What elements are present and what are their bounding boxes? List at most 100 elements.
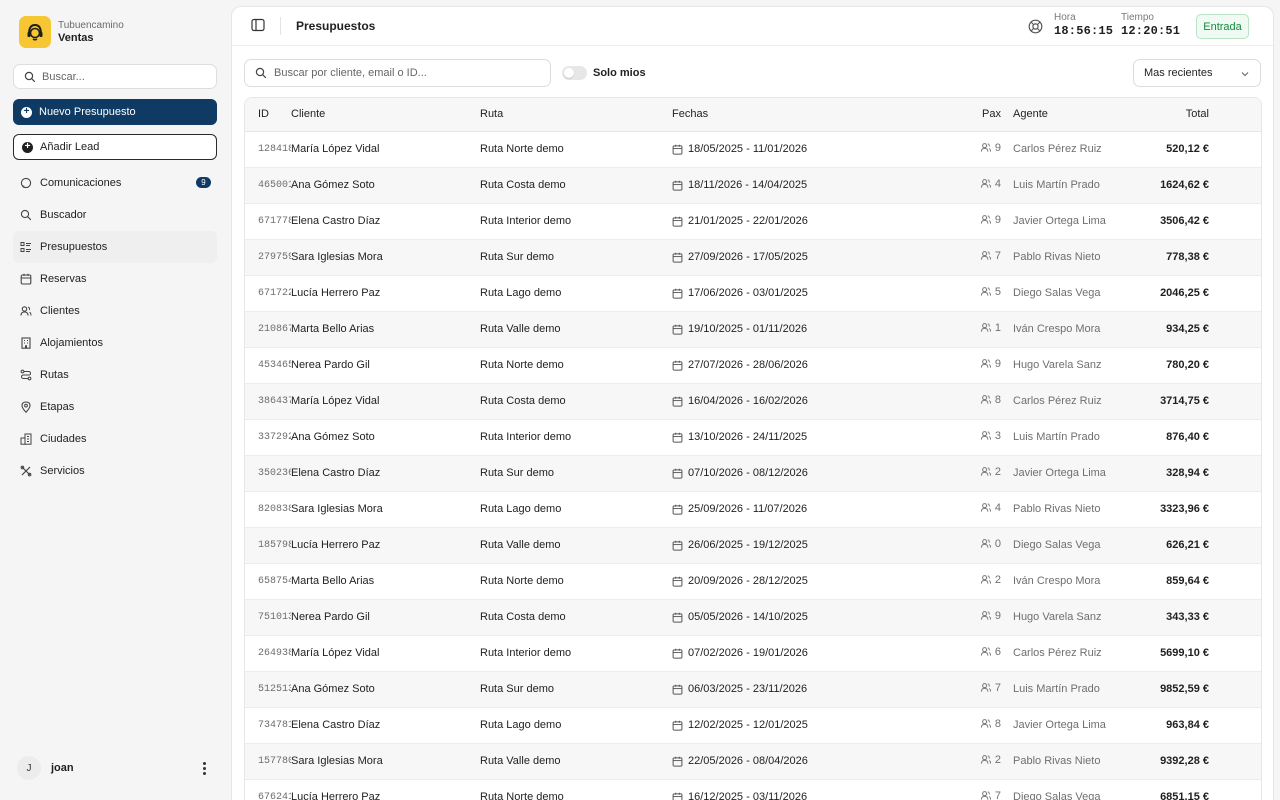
user-profile[interactable]: J joan <box>17 756 217 780</box>
solo-mios-toggle[interactable] <box>562 66 587 80</box>
table-row[interactable]: 386437 María López Vidal Ruta Costa demo 16… <box>245 383 1261 419</box>
table-row[interactable]: 279759 Sara Iglesias Mora Ruta Sur demo 27/… <box>245 239 1261 275</box>
table-row[interactable]: 128418 María López Vidal Ruta Norte demo 18… <box>245 131 1261 167</box>
pax-count: 8 <box>994 393 1001 406</box>
table-search-input[interactable] <box>274 67 544 79</box>
pax-count: 3 <box>994 429 1001 442</box>
tiempo-block: Tiempo 12:20:51 <box>1121 12 1180 39</box>
sidebar-item-ciudades[interactable]: Ciudades <box>13 423 217 455</box>
sidebar-search-input[interactable] <box>42 70 202 83</box>
table-row[interactable]: 751013 Nerea Pardo Gil Ruta Costa demo 05/0… <box>245 599 1261 635</box>
cell-ruta: Ruta Interior demo <box>480 215 572 227</box>
cell-ruta: Ruta Lago demo <box>480 287 562 299</box>
table-search[interactable] <box>244 59 551 87</box>
cell-total: 6851,15 € <box>1160 791 1209 800</box>
cell-agente: Javier Ortega Lima <box>1013 215 1106 227</box>
table-row[interactable]: 453465 Nerea Pardo Gil Ruta Norte demo 27/0… <box>245 347 1261 383</box>
calendar-icon <box>672 648 683 659</box>
cell-pax: 2 <box>888 743 1013 779</box>
sidebar-item-presupuestos[interactable]: Presupuestos <box>13 231 217 263</box>
add-lead-button[interactable]: + Añadir Lead <box>13 134 217 160</box>
column-header-agente[interactable]: Agente <box>1013 98 1131 132</box>
user-name: joan <box>51 762 74 774</box>
sidebar-toggle-icon[interactable] <box>251 18 265 32</box>
table-row[interactable]: 465001 Ana Gómez Soto Ruta Costa demo 18/11… <box>245 167 1261 203</box>
cell-pax: 9 <box>888 131 1013 167</box>
table-row[interactable]: 734781 Elena Castro Díaz Ruta Lago demo 12/… <box>245 707 1261 743</box>
cell-total: 3323,96 € <box>1160 503 1209 515</box>
users-icon <box>980 179 991 188</box>
cell-agente: Hugo Varela Sanz <box>1013 359 1102 371</box>
cell-fechas: 13/10/2026 - 24/11/2025 <box>672 419 888 455</box>
column-header-id[interactable]: ID <box>245 98 291 132</box>
more-vertical-icon[interactable] <box>197 760 211 776</box>
table-row[interactable]: 671722 Lucía Herrero Paz Ruta Lago demo 17/… <box>245 275 1261 311</box>
cell-agente: Diego Salas Vega <box>1013 287 1101 299</box>
table-row[interactable]: 820838 Sara Iglesias Mora Ruta Lago demo 25… <box>245 491 1261 527</box>
entrada-button[interactable]: Entrada <box>1196 14 1249 39</box>
cell-total: 3506,42 € <box>1160 215 1209 227</box>
table-row[interactable]: 671778 Elena Castro Díaz Ruta Interior dem… <box>245 203 1261 239</box>
table-row[interactable]: 337292 Ana Gómez Soto Ruta Interior demo 13… <box>245 419 1261 455</box>
column-header-total[interactable]: Total <box>1131 98 1261 132</box>
table-row[interactable]: 658754 Marta Bello Arias Ruta Norte demo 20… <box>245 563 1261 599</box>
sidebar-item-reservas[interactable]: Reservas <box>13 263 217 295</box>
cell-cliente: Ana Gómez Soto <box>291 683 375 695</box>
date-range: 07/02/2026 - 19/01/2026 <box>688 647 808 659</box>
table-row[interactable]: 676241 Lucía Herrero Paz Ruta Norte demo 16… <box>245 779 1261 800</box>
cell-id: 671778 <box>258 215 291 227</box>
new-budget-button[interactable]: + Nuevo Presupuesto <box>13 99 217 125</box>
sidebar-search[interactable] <box>13 64 217 89</box>
cell-agente: Luis Martín Prado <box>1013 431 1100 443</box>
sidebar-item-etapas[interactable]: Etapas <box>13 391 217 423</box>
cell-agente: Iván Crespo Mora <box>1013 575 1101 587</box>
cell-ruta: Ruta Lago demo <box>480 503 562 515</box>
support-icon[interactable] <box>1028 19 1043 34</box>
sidebar-item-label: Reservas <box>40 273 87 285</box>
sidebar-item-alojamientos[interactable]: Alojamientos <box>13 327 217 359</box>
cell-agente: Carlos Pérez Ruiz <box>1013 395 1102 407</box>
sort-select[interactable]: Mas recientes <box>1133 59 1261 87</box>
sidebar-item-rutas[interactable]: Rutas <box>13 359 217 391</box>
users-icon <box>980 503 991 512</box>
cell-cliente: Sara Iglesias Mora <box>291 503 383 515</box>
cell-cliente: Sara Iglesias Mora <box>291 755 383 767</box>
cell-id: 350236 <box>258 467 291 479</box>
sidebar: Tubuencamino Ventas + Nuevo Presupuesto … <box>0 0 230 800</box>
table-row[interactable]: 185798 Lucía Herrero Paz Ruta Valle demo 26… <box>245 527 1261 563</box>
table-row[interactable]: 512513 Ana Gómez Soto Ruta Sur demo 06/03/2… <box>245 671 1261 707</box>
cell-agente: Carlos Pérez Ruiz <box>1013 143 1102 155</box>
calendar-icon <box>672 612 683 623</box>
cell-cliente: Marta Bello Arias <box>291 575 375 587</box>
sidebar-item-clientes[interactable]: Clientes <box>13 295 217 327</box>
users-icon <box>980 683 991 692</box>
sidebar-item-buscador[interactable]: Buscador <box>13 199 217 231</box>
table-row[interactable]: 350236 Elena Castro Díaz Ruta Sur demo 07/1… <box>245 455 1261 491</box>
cell-pax: 7 <box>888 671 1013 707</box>
main-panel: Presupuestos Hora 18:56:15 Tiempo 12:20:… <box>231 6 1274 800</box>
date-range: 13/10/2026 - 24/11/2025 <box>688 431 808 443</box>
calendar-icon <box>672 684 683 695</box>
cell-ruta: Ruta Interior demo <box>480 431 572 443</box>
sidebar-item-comunicaciones[interactable]: Comunicaciones 9 <box>13 167 217 199</box>
cell-pax: 4 <box>888 491 1013 527</box>
topbar: Presupuestos Hora 18:56:15 Tiempo 12:20:… <box>232 7 1273 46</box>
sidebar-item-label: Rutas <box>40 369 69 381</box>
table-row[interactable]: 157780 Sara Iglesias Mora Ruta Valle demo 2… <box>245 743 1261 779</box>
page-title: Presupuestos <box>296 19 376 33</box>
users-icon <box>20 306 32 316</box>
column-header-fechas[interactable]: Fechas <box>672 98 888 132</box>
notification-badge: 9 <box>196 177 211 188</box>
cell-fechas: 25/09/2026 - 11/07/2026 <box>672 491 888 527</box>
cell-ruta: Ruta Valle demo <box>480 539 561 551</box>
column-header-ruta[interactable]: Ruta <box>480 98 672 132</box>
table-row[interactable]: 264938 María López Vidal Ruta Interior dem… <box>245 635 1261 671</box>
sidebar-item-servicios[interactable]: Servicios <box>13 455 217 487</box>
column-header-cliente[interactable]: Cliente <box>291 98 480 132</box>
date-range: 25/09/2026 - 11/07/2026 <box>688 503 808 515</box>
column-header-pax[interactable]: Pax <box>888 98 1013 132</box>
calendar-icon <box>672 180 683 191</box>
table-row[interactable]: 210867 Marta Bello Arias Ruta Valle demo 19… <box>245 311 1261 347</box>
cell-id: 658754 <box>258 575 291 587</box>
brand[interactable]: Tubuencamino Ventas <box>19 16 124 48</box>
